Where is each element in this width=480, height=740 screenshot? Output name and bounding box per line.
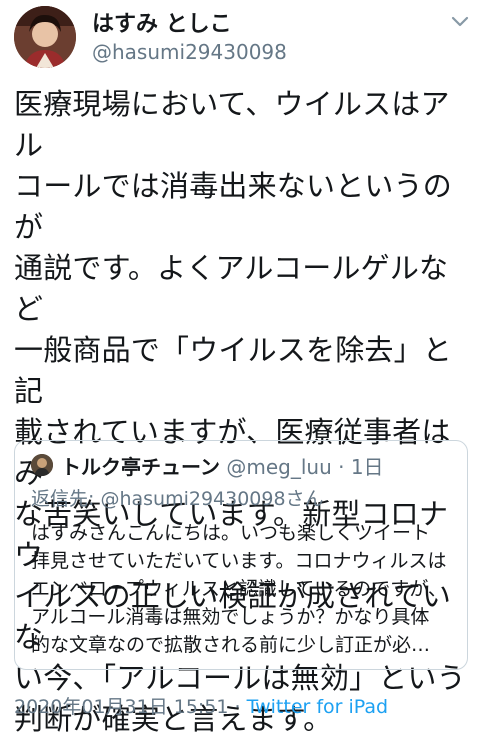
author-avatar-image (14, 6, 76, 68)
tweet-timestamp: 2020年01月31日 15:51 · Twitter for iPad (14, 692, 388, 719)
quote-meta-separator: · (331, 455, 351, 479)
quote-age[interactable]: 1日 (351, 455, 384, 479)
author-avatar[interactable] (14, 6, 76, 68)
quote-author-avatar[interactable] (31, 454, 53, 476)
timestamp-date[interactable]: 2020年01月31日 15:51 (14, 696, 229, 718)
quote-body: はすみさんこんにちは。いつも楽しくツイート 拝見させていただいています。コロナウ… (31, 522, 447, 656)
quote-avatar-image (31, 454, 53, 476)
author-display-name[interactable]: はすみ としこ (92, 6, 232, 38)
quote-reply-to: 返信先: @hasumi29430098さん (31, 488, 324, 510)
timestamp-separator: · (228, 696, 247, 718)
quote-author-handle[interactable]: @meg_luu (226, 455, 331, 479)
author-handle[interactable]: @hasumi29430098 (92, 40, 287, 64)
tweet: はすみ としこ @hasumi29430098 医療現場において、ウイルスはアル… (0, 0, 480, 736)
chevron-down-icon[interactable] (450, 14, 470, 28)
quoted-tweet[interactable]: トルク亭チューン @meg_luu · 1日 返信先: @hasumi29430… (14, 440, 468, 670)
quote-author-name[interactable]: トルク亭チューン (61, 455, 220, 479)
quote-header: トルク亭チューン @meg_luu · 1日 (61, 451, 384, 480)
tweet-source-link[interactable]: Twitter for iPad (247, 696, 388, 718)
